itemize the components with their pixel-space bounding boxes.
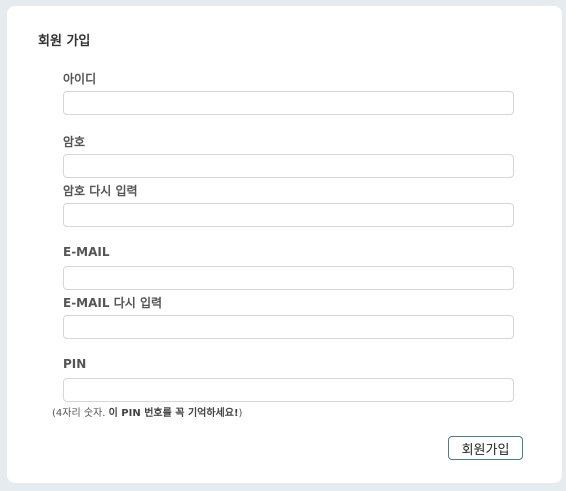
password-confirm-label: 암호 다시 입력 <box>63 184 138 198</box>
password-confirm-input[interactable] <box>63 203 514 227</box>
signup-submit-button[interactable]: 회원가입 <box>448 436 523 460</box>
password-input[interactable] <box>63 154 514 178</box>
pin-hint-suffix: ) <box>238 408 243 419</box>
email-label: E-MAIL <box>63 245 110 259</box>
form-title: 회원 가입 <box>38 34 91 49</box>
username-label: 아이디 <box>63 72 97 86</box>
email-input[interactable] <box>63 266 514 290</box>
email-confirm-input[interactable] <box>63 315 514 339</box>
signup-panel: 회원 가입 아이디 암호 암호 다시 입력 E-MAIL E-MAIL 다시 입… <box>7 6 562 483</box>
password-label: 암호 <box>63 135 86 149</box>
pin-hint-emphasis: 이 PIN 번호를 꼭 기억하세요! <box>108 408 239 419</box>
pin-hint-prefix: (4자리 숫자. <box>52 408 109 419</box>
username-input[interactable] <box>63 91 514 115</box>
pin-input[interactable] <box>63 378 514 402</box>
pin-hint: (4자리 숫자. 이 PIN 번호를 꼭 기억하세요!) <box>52 404 242 419</box>
email-confirm-label: E-MAIL 다시 입력 <box>63 296 163 310</box>
pin-label: PIN <box>63 357 87 371</box>
